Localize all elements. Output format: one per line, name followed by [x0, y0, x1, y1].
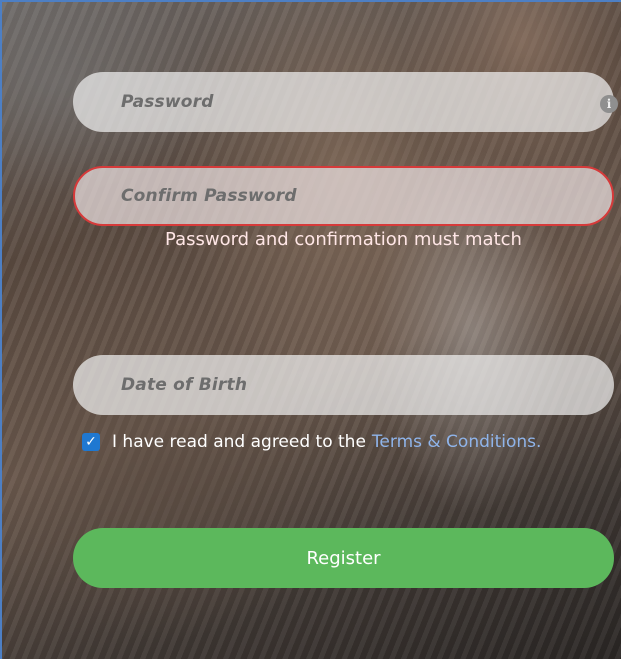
- registration-form-panel: Password i Confirm Password Password and…: [0, 0, 621, 659]
- date-of-birth-field[interactable]: Date of Birth: [73, 355, 614, 415]
- password-field[interactable]: Password i: [73, 72, 618, 132]
- terms-text: I have read and agreed to the: [112, 432, 366, 452]
- password-mismatch-error: Password and confirmation must match: [165, 229, 522, 250]
- register-button[interactable]: Register: [73, 528, 614, 588]
- date-of-birth-placeholder: Date of Birth: [121, 375, 248, 395]
- terms-agreement: ✓ I have read and agreed to the Terms & …: [82, 432, 541, 452]
- terms-link[interactable]: Terms & Conditions.: [372, 432, 542, 452]
- terms-checkbox[interactable]: ✓: [82, 433, 100, 451]
- confirm-password-field[interactable]: Confirm Password: [73, 166, 614, 226]
- password-placeholder: Password: [121, 92, 214, 112]
- info-icon[interactable]: i: [600, 95, 618, 113]
- checkmark-icon: ✓: [85, 434, 97, 450]
- confirm-password-placeholder: Confirm Password: [121, 186, 297, 206]
